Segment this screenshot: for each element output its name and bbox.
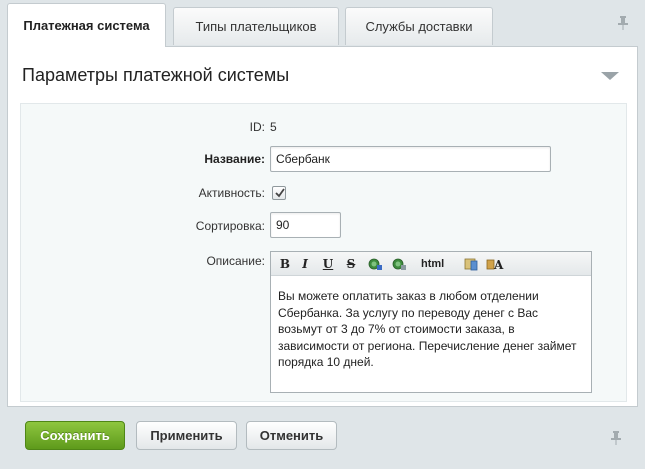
description-text: Вы можете оплатить заказ в любом отделен… — [278, 289, 577, 369]
description-label: Описание: — [206, 254, 265, 268]
tab-bar: Платежная система Типы плательщиков Служ… — [0, 0, 645, 47]
active-checkbox[interactable] — [272, 186, 286, 200]
id-value: 5 — [270, 120, 277, 134]
apply-button[interactable]: Применить — [136, 421, 237, 450]
pin-icon[interactable] — [617, 16, 629, 30]
svg-text:A: A — [493, 258, 504, 272]
italic-icon[interactable]: I — [297, 256, 313, 272]
panel-title: Параметры платежной системы — [22, 65, 290, 85]
tab-label: Типы плательщиков — [195, 19, 317, 34]
remove-link-icon[interactable] — [391, 256, 407, 272]
font-style-icon[interactable]: A — [486, 256, 504, 272]
strikethrough-icon[interactable]: S — [343, 256, 359, 272]
description-editor[interactable]: B I U S html A Вы можете оплатить заказ … — [270, 251, 592, 393]
tab-label: Платежная система — [23, 18, 150, 33]
tab-payer-types[interactable]: Типы плательщиков — [173, 7, 339, 45]
form-area: ID: 5 Название: Активность: Сортировка: … — [20, 103, 627, 402]
name-input[interactable] — [270, 146, 551, 172]
payment-system-panel: Параметры платежной системы ID: 5 Назван… — [7, 46, 638, 407]
name-label: Название: — [204, 152, 265, 166]
html-mode-icon[interactable]: html — [421, 256, 444, 272]
underline-icon[interactable]: U — [320, 256, 336, 272]
sort-label: Сортировка: — [195, 219, 265, 233]
insert-image-icon[interactable] — [463, 256, 479, 272]
insert-link-icon[interactable] — [367, 256, 383, 272]
active-label: Активность: — [198, 186, 265, 200]
tab-label: Службы доставки — [365, 19, 473, 34]
sort-input[interactable] — [270, 212, 341, 238]
pin-icon[interactable] — [610, 431, 622, 445]
tab-payment-system[interactable]: Платежная система — [7, 3, 166, 47]
id-label: ID: — [249, 120, 265, 134]
save-button[interactable]: Сохранить — [25, 421, 125, 450]
checkmark-icon — [275, 188, 285, 198]
cancel-button[interactable]: Отменить — [246, 421, 337, 450]
collapse-arrow-icon[interactable] — [601, 72, 619, 80]
editor-toolbar: B I U S html A — [271, 252, 591, 276]
tab-delivery-services[interactable]: Службы доставки — [345, 7, 493, 45]
bold-icon[interactable]: B — [277, 256, 293, 272]
